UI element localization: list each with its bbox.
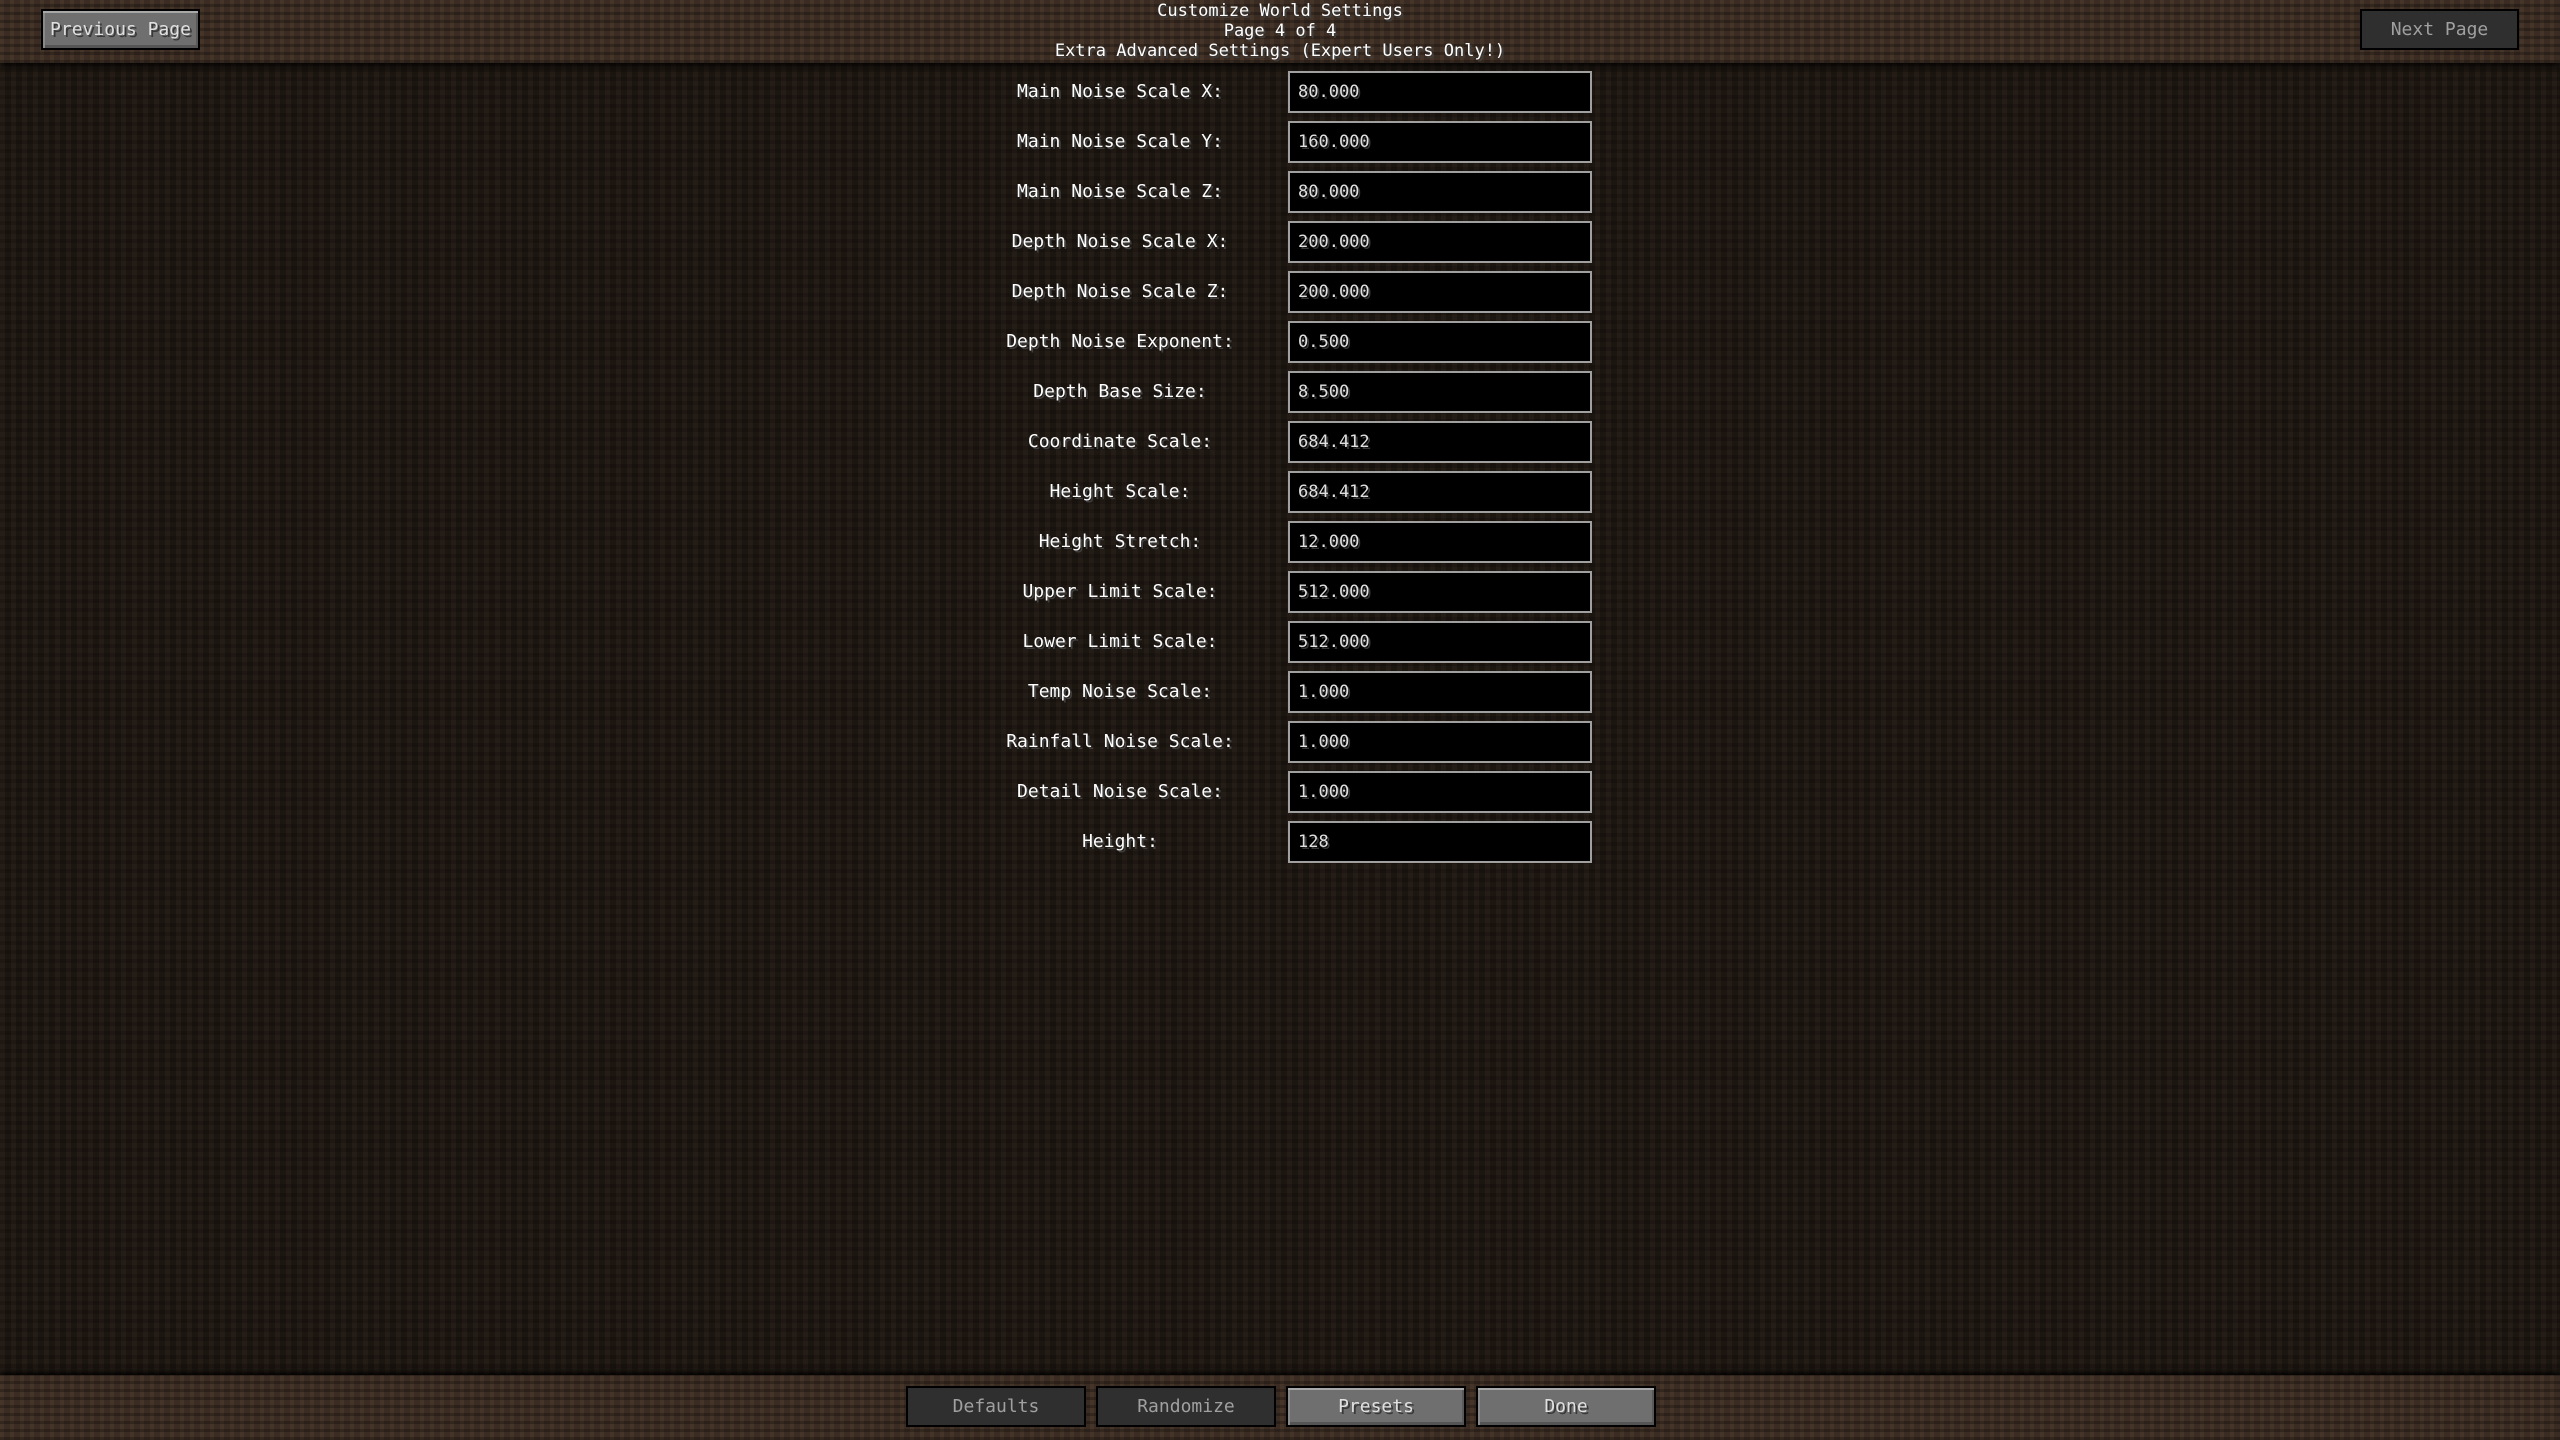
setting-value-input[interactable]	[1288, 821, 1592, 863]
setting-value-input[interactable]	[1288, 71, 1592, 113]
setting-label: Height:	[1082, 831, 1158, 852]
footer-band	[0, 1375, 2560, 1440]
defaults-button[interactable]: Defaults	[906, 1386, 1086, 1427]
setting-label: Upper Limit Scale:	[1022, 581, 1218, 602]
setting-label: Depth Noise Scale Z:	[1011, 281, 1229, 302]
setting-value-input[interactable]	[1288, 321, 1592, 363]
setting-value-input[interactable]	[1288, 421, 1592, 463]
setting-label: Height Stretch:	[1038, 531, 1202, 552]
screen-title: Customize World Settings	[1157, 1, 1403, 21]
page-indicator: Page 4 of 4	[1223, 21, 1337, 41]
setting-label: Main Noise Scale X:	[1017, 81, 1223, 102]
setting-label: Temp Noise Scale:	[1027, 681, 1213, 702]
setting-value-input[interactable]	[1288, 771, 1592, 813]
setting-label: Height Scale:	[1049, 481, 1191, 502]
setting-label: Coordinate Scale:	[1027, 431, 1213, 452]
setting-value-input[interactable]	[1288, 721, 1592, 763]
page-subtitle: Extra Advanced Settings (Expert Users On…	[1054, 41, 1506, 61]
setting-value-input[interactable]	[1288, 271, 1592, 313]
setting-label: Main Noise Scale Z:	[1017, 181, 1223, 202]
next-page-button[interactable]: Next Page	[2360, 9, 2519, 50]
setting-label: Depth Noise Exponent:	[1006, 331, 1234, 352]
setting-value-input[interactable]	[1288, 471, 1592, 513]
presets-button[interactable]: Presets	[1286, 1386, 1466, 1427]
setting-label: Rainfall Noise Scale:	[1006, 731, 1234, 752]
setting-value-input[interactable]	[1288, 621, 1592, 663]
setting-value-input[interactable]	[1288, 521, 1592, 563]
setting-label: Lower Limit Scale:	[1022, 631, 1218, 652]
setting-value-input[interactable]	[1288, 371, 1592, 413]
setting-value-input[interactable]	[1288, 671, 1592, 713]
setting-label: Depth Noise Scale X:	[1011, 231, 1229, 252]
setting-label: Main Noise Scale Y:	[1017, 131, 1223, 152]
setting-value-input[interactable]	[1288, 171, 1592, 213]
setting-label: Detail Noise Scale:	[1017, 781, 1223, 802]
title-block: Customize World Settings Page 4 of 4 Ext…	[0, 0, 2560, 61]
setting-value-input[interactable]	[1288, 571, 1592, 613]
randomize-button[interactable]: Randomize	[1096, 1386, 1276, 1427]
done-button[interactable]: Done	[1476, 1386, 1656, 1427]
setting-label: Depth Base Size:	[1033, 381, 1207, 402]
setting-value-input[interactable]	[1288, 121, 1592, 163]
setting-value-input[interactable]	[1288, 221, 1592, 263]
